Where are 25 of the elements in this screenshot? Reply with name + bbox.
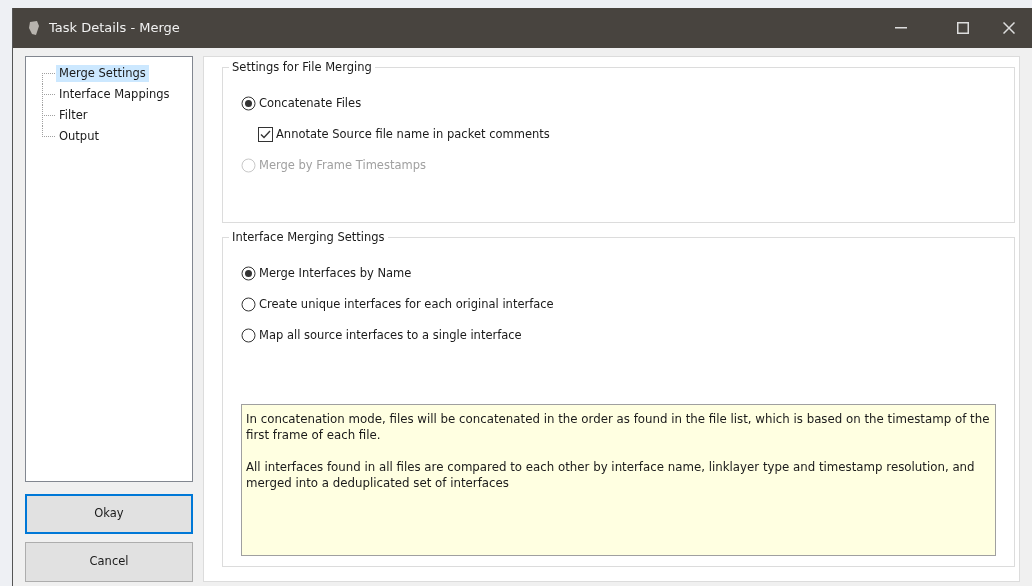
info-text: In concatenation mode, files will be concatenated in the order as found in the file list, which is based on the timestamp of the first frame of each file. <box>246 411 991 443</box>
window-title: Task Details - Merge <box>49 19 180 38</box>
radio-button[interactable] <box>241 328 256 343</box>
tree-item[interactable]: Output <box>56 127 102 146</box>
group-title: Settings for File Merging <box>229 59 375 77</box>
radio-button[interactable] <box>241 266 256 281</box>
option-label[interactable]: Map all source interfaces to a single interface <box>259 326 522 345</box>
checkbox[interactable] <box>258 127 273 142</box>
option-label[interactable]: Create unique interfaces for each original interface <box>259 295 554 314</box>
option-label[interactable]: Concatenate Files <box>259 94 362 113</box>
app-icon <box>27 20 41 36</box>
tree-item[interactable]: Interface Mappings <box>56 85 173 104</box>
okay-button[interactable]: Okay <box>25 494 193 534</box>
radio-button[interactable] <box>241 96 256 111</box>
cancel-button[interactable]: Cancel <box>25 542 193 582</box>
info-text: All interfaces found in all files are compared to each other by interface name, linklayer type and timestamp resolution, and merged into a deduplicated set of interfaces <box>246 459 976 491</box>
option-label[interactable]: Annotate Source file name in packet comments <box>276 125 550 144</box>
close-icon <box>1003 22 1015 34</box>
option-label[interactable]: Merge Interfaces by Name <box>259 264 412 283</box>
radio-button[interactable] <box>241 297 256 312</box>
tree-item[interactable]: Merge Settings <box>56 64 149 83</box>
tree-item[interactable]: Filter <box>56 106 91 125</box>
minimize-icon <box>895 27 907 29</box>
group-title: Interface Merging Settings <box>229 229 388 247</box>
maximize-icon <box>957 22 969 34</box>
